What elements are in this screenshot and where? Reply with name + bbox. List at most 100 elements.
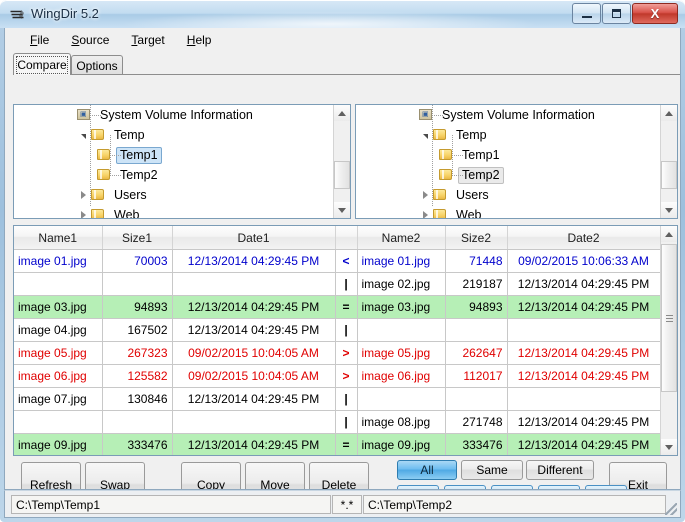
copy-button[interactable]: Copy xyxy=(181,462,241,489)
tree-node-label: Temp2 xyxy=(458,166,504,184)
table-row[interactable]: | image 08.jpg 271748 12/13/2014 04:29:4… xyxy=(14,410,660,434)
table-row[interactable]: image 09.jpg 333476 12/13/2014 04:29:45 … xyxy=(14,433,660,455)
cell-size1: 333476 xyxy=(102,433,173,455)
tree-node-temp[interactable]: Temp xyxy=(356,125,660,145)
maximize-icon xyxy=(603,4,630,23)
cell-name1 xyxy=(14,410,103,434)
refresh-button[interactable]: Refresh xyxy=(21,462,81,489)
tree-node-temp[interactable]: Temp xyxy=(14,125,333,145)
tree-node-temp1[interactable]: Temp1 xyxy=(14,145,333,165)
cell-size2 xyxy=(445,387,508,411)
scrollbar-thumb[interactable] xyxy=(334,161,350,189)
tree-node-web[interactable]: Web xyxy=(14,205,333,218)
table-row[interactable]: | image 02.jpg 219187 12/13/2014 04:29:4… xyxy=(14,272,660,296)
column-header-size1[interactable]: Size1 xyxy=(102,226,173,250)
cell-size2: 271748 xyxy=(445,410,508,434)
cell-size2: 112017 xyxy=(445,364,508,388)
cell-size2: 262647 xyxy=(445,341,508,365)
table-row[interactable]: image 01.jpg 70003 12/13/2014 04:29:45 P… xyxy=(14,249,660,273)
tree-node-label: System Volume Information xyxy=(442,107,595,122)
cell-date2: 12/13/2014 04:29:45 PM xyxy=(507,295,660,319)
menu-item-source[interactable]: Source xyxy=(60,30,120,50)
source-tree-scrollbar[interactable] xyxy=(333,105,350,218)
expander-collapsed-icon[interactable] xyxy=(418,185,432,205)
folder-icon xyxy=(96,168,112,182)
tree-node-temp1[interactable]: Temp1 xyxy=(356,145,660,165)
tree-node-temp2[interactable]: Temp2 xyxy=(356,165,660,185)
target-path-field[interactable]: C:\Temp\Temp2 xyxy=(363,495,666,514)
scroll-up-button[interactable] xyxy=(661,105,677,121)
expander-collapsed-icon[interactable] xyxy=(76,185,90,205)
expander-expanded-icon[interactable] xyxy=(418,125,432,145)
move-button[interactable]: Move xyxy=(245,462,305,489)
minimize-button[interactable] xyxy=(572,3,601,24)
menu-item-file[interactable]: File xyxy=(19,30,60,50)
file-mask-field[interactable]: *.* xyxy=(332,495,362,514)
column-header-name1[interactable]: Name1 xyxy=(14,226,103,250)
tree-node-system-volume-information[interactable]: ▣ System Volume Information xyxy=(356,105,660,125)
menu-item-target[interactable]: Target xyxy=(120,30,175,50)
filter-same-button[interactable]: Same xyxy=(461,460,523,480)
table-row[interactable]: image 04.jpg 167502 12/13/2014 04:29:45 … xyxy=(14,318,660,342)
cell-date1: 09/02/2015 10:04:05 AM xyxy=(172,341,336,365)
table-header-row: Name1 Size1 Date1 Name2 Size2 Date2 xyxy=(14,226,660,250)
table-row[interactable]: image 05.jpg 267323 09/02/2015 10:04:05 … xyxy=(14,341,660,365)
cell-name2: image 01.jpg xyxy=(357,249,446,273)
filter-all-button[interactable]: All xyxy=(397,460,457,480)
filter-different-button[interactable]: Different xyxy=(526,460,594,480)
column-header-date2[interactable]: Date2 xyxy=(507,226,660,250)
tree-node-users[interactable]: Users xyxy=(356,185,660,205)
scrollbar-thumb[interactable] xyxy=(661,244,677,392)
tree-node-system-volume-information[interactable]: ▣ System Volume Information xyxy=(14,105,333,125)
expander-expanded-icon[interactable] xyxy=(76,125,90,145)
swap-button[interactable]: Sw ap xyxy=(85,462,145,489)
menu-item-help[interactable]: Help xyxy=(176,30,223,50)
column-header-date1[interactable]: Date1 xyxy=(172,226,336,250)
scroll-up-button[interactable] xyxy=(334,105,350,121)
table-row[interactable]: image 03.jpg 94893 12/13/2014 04:29:45 P… xyxy=(14,295,660,319)
source-tree-pane[interactable]: ▣ System Volume Information Temp Temp1 T… xyxy=(13,104,351,219)
expander-collapsed-icon[interactable] xyxy=(76,205,90,218)
expander-collapsed-icon[interactable] xyxy=(418,205,432,218)
resize-grip-icon[interactable] xyxy=(665,503,677,515)
tree-node-label: Temp xyxy=(114,127,145,142)
column-header-name2[interactable]: Name2 xyxy=(357,226,446,250)
table-row[interactable]: image 06.jpg 125582 09/02/2015 10:04:05 … xyxy=(14,364,660,388)
tree-node-label: Users xyxy=(456,187,489,202)
folder-icon xyxy=(432,188,448,202)
delete-button[interactable]: Delete xyxy=(309,462,369,489)
cell-operator: < xyxy=(335,249,358,273)
cell-date2: 09/02/2015 10:06:33 AM xyxy=(507,249,660,273)
title-bar[interactable]: WingDir 5.2 X xyxy=(0,0,685,28)
filter-same-label: Same xyxy=(476,463,508,477)
file-grid-scrollbar[interactable] xyxy=(660,226,677,455)
tree-node-users[interactable]: Users xyxy=(14,185,333,205)
scroll-down-button[interactable] xyxy=(334,202,350,218)
tree-node-temp2[interactable]: Temp2 xyxy=(14,165,333,185)
scrollbar-thumb[interactable] xyxy=(661,161,677,189)
tree-node-label: Temp2 xyxy=(120,167,158,182)
cell-name2: image 06.jpg xyxy=(357,364,446,388)
scroll-down-button[interactable] xyxy=(661,439,677,455)
column-header-size2[interactable]: Size2 xyxy=(445,226,508,250)
file-table-body: image 01.jpg 70003 12/13/2014 04:29:45 P… xyxy=(14,249,660,455)
tab-compare[interactable]: Compare xyxy=(13,53,71,75)
tab-options[interactable]: Options xyxy=(71,55,123,75)
target-tree-scrollbar[interactable] xyxy=(660,105,677,218)
file-comparison-grid[interactable]: Name1 Size1 Date1 Name2 Size2 Date2 imag… xyxy=(13,225,678,456)
cell-size1: 167502 xyxy=(102,318,173,342)
cell-size1: 94893 xyxy=(102,295,173,319)
column-header-operator[interactable] xyxy=(335,226,358,250)
tree-node-web[interactable]: Web xyxy=(356,205,660,218)
cell-name2 xyxy=(357,318,446,342)
table-row[interactable]: image 07.jpg 130846 12/13/2014 04:29:45 … xyxy=(14,387,660,411)
maximize-button[interactable] xyxy=(602,3,631,24)
source-path-field[interactable]: C:\Temp\Temp1 xyxy=(11,495,331,514)
tree-node-label: Web xyxy=(114,207,140,219)
scroll-up-button[interactable] xyxy=(661,226,677,242)
close-button[interactable]: X xyxy=(632,3,678,24)
cell-name2: image 03.jpg xyxy=(357,295,446,319)
scroll-down-button[interactable] xyxy=(661,202,677,218)
target-tree-pane[interactable]: ▣ System Volume Information Temp Temp1 T… xyxy=(355,104,678,219)
cell-size2: 94893 xyxy=(445,295,508,319)
